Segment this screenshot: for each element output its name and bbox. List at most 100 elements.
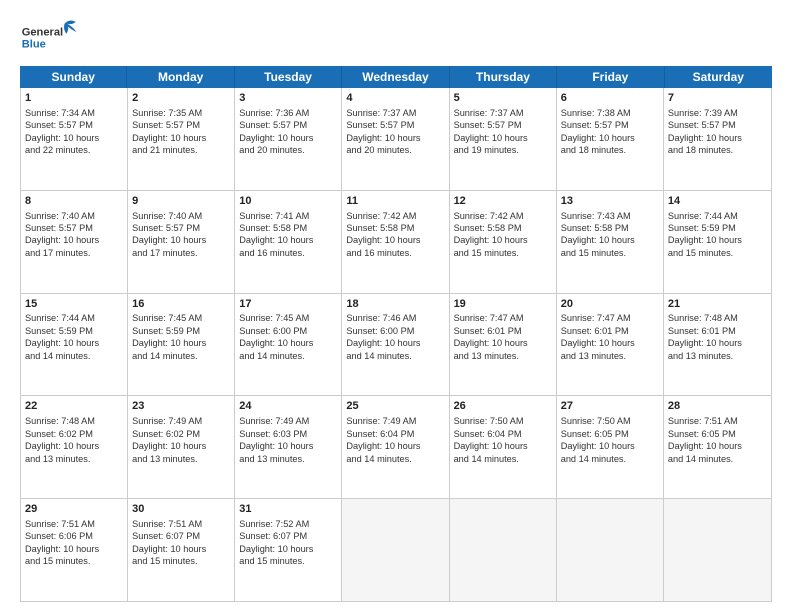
day-number: 1 bbox=[25, 91, 123, 106]
cal-cell: 21Sunrise: 7:48 AMSunset: 6:01 PMDayligh… bbox=[664, 294, 771, 396]
daylight-text: Daylight: 10 hoursand 15 minutes. bbox=[561, 235, 635, 257]
sunset-text: Sunset: 6:04 PM bbox=[346, 429, 414, 439]
day-number: 24 bbox=[239, 399, 337, 414]
cal-cell bbox=[342, 499, 449, 601]
cal-cell: 18Sunrise: 7:46 AMSunset: 6:00 PMDayligh… bbox=[342, 294, 449, 396]
sunrise-text: Sunrise: 7:48 AM bbox=[25, 416, 95, 426]
sunrise-text: Sunrise: 7:42 AM bbox=[454, 211, 524, 221]
sunset-text: Sunset: 5:58 PM bbox=[346, 223, 414, 233]
daylight-text: Daylight: 10 hoursand 17 minutes. bbox=[25, 235, 99, 257]
sunrise-text: Sunrise: 7:45 AM bbox=[239, 313, 309, 323]
sunset-text: Sunset: 5:58 PM bbox=[561, 223, 629, 233]
cal-cell: 9Sunrise: 7:40 AMSunset: 5:57 PMDaylight… bbox=[128, 191, 235, 293]
daylight-text: Daylight: 10 hoursand 14 minutes. bbox=[239, 338, 313, 360]
cal-cell: 25Sunrise: 7:49 AMSunset: 6:04 PMDayligh… bbox=[342, 396, 449, 498]
daylight-text: Daylight: 10 hoursand 13 minutes. bbox=[25, 441, 99, 463]
cal-cell: 8Sunrise: 7:40 AMSunset: 5:57 PMDaylight… bbox=[21, 191, 128, 293]
sunset-text: Sunset: 6:02 PM bbox=[132, 429, 200, 439]
sunrise-text: Sunrise: 7:51 AM bbox=[668, 416, 738, 426]
daylight-text: Daylight: 10 hoursand 17 minutes. bbox=[132, 235, 206, 257]
cal-cell: 2 Sunrise: 7:35 AM Sunset: 5:57 PM Daylight… bbox=[128, 88, 235, 190]
sunset-text: Sunset: 5:57 PM bbox=[25, 223, 93, 233]
sunset-text: Sunset: 6:07 PM bbox=[132, 531, 200, 541]
sunset-text: Sunset: 6:03 PM bbox=[239, 429, 307, 439]
page: General Blue SundayMondayTuesdayWednesda… bbox=[0, 0, 792, 612]
sunset-text: Sunset: 6:01 PM bbox=[454, 326, 522, 336]
calendar: SundayMondayTuesdayWednesdayThursdayFrid… bbox=[20, 66, 772, 602]
daylight-text: Daylight: 10 hoursand 15 minutes. bbox=[454, 235, 528, 257]
sunset-text: Sunset: 6:01 PM bbox=[561, 326, 629, 336]
sunset-text: Sunset: 5:57 PM bbox=[239, 120, 307, 130]
daylight-text: Daylight: 10 hoursand 14 minutes. bbox=[132, 338, 206, 360]
sunrise-text: Sunrise: 7:42 AM bbox=[346, 211, 416, 221]
sunset-text: Sunset: 5:57 PM bbox=[668, 120, 736, 130]
daylight-text: Daylight: 10 hoursand 20 minutes. bbox=[239, 133, 313, 155]
cal-cell: 12Sunrise: 7:42 AMSunset: 5:58 PMDayligh… bbox=[450, 191, 557, 293]
day-number: 21 bbox=[668, 297, 767, 312]
day-number: 10 bbox=[239, 194, 337, 209]
cal-cell: 26 Sunrise: 7:50 AM Sunset: 6:04 PM Dayligh… bbox=[450, 396, 557, 498]
sunset-text: Sunset: 5:57 PM bbox=[346, 120, 414, 130]
sunrise-text: Sunrise: 7:50 AM bbox=[561, 416, 631, 426]
day-of-week-saturday: Saturday bbox=[665, 66, 772, 88]
day-of-week-tuesday: Tuesday bbox=[235, 66, 342, 88]
day-number: 2 bbox=[132, 91, 230, 106]
day-number: 6 bbox=[561, 91, 659, 106]
cal-cell: 16Sunrise: 7:45 AMSunset: 5:59 PMDayligh… bbox=[128, 294, 235, 396]
sunrise-text: Sunrise: 7:44 AM bbox=[668, 211, 738, 221]
day-number: 29 bbox=[25, 502, 123, 517]
daylight-text: Daylight: 10 hoursand 15 minutes. bbox=[668, 235, 742, 257]
day-number: 8 bbox=[25, 194, 123, 209]
day-number: 31 bbox=[239, 502, 337, 517]
day-number: 5 bbox=[454, 91, 552, 106]
sunset-text: Sunset: 6:05 PM bbox=[668, 429, 736, 439]
cal-cell: 28Sunrise: 7:51 AMSunset: 6:05 PMDayligh… bbox=[664, 396, 771, 498]
cal-cell: 23Sunrise: 7:49 AMSunset: 6:02 PMDayligh… bbox=[128, 396, 235, 498]
calendar-body-wrapper: 1Sunrise: 7:34 AMSunset: 5:57 PMDaylight… bbox=[20, 88, 772, 602]
sunset-text: Sunset: 6:05 PM bbox=[561, 429, 629, 439]
day-number: 11 bbox=[346, 194, 444, 209]
daylight-text: Daylight: 10 hoursand 13 minutes. bbox=[239, 441, 313, 463]
cal-cell: 22Sunrise: 7:48 AMSunset: 6:02 PMDayligh… bbox=[21, 396, 128, 498]
cal-cell: 14Sunrise: 7:44 AMSunset: 5:59 PMDayligh… bbox=[664, 191, 771, 293]
sunset-text: Sunset: 6:00 PM bbox=[346, 326, 414, 336]
sunset-text: Sunset: 5:57 PM bbox=[132, 120, 200, 130]
day-number: 25 bbox=[346, 399, 444, 414]
day-number: 28 bbox=[668, 399, 767, 414]
daylight-text: Daylight: 10 hoursand 15 minutes. bbox=[25, 544, 99, 566]
calendar-row-3: 22Sunrise: 7:48 AMSunset: 6:02 PMDayligh… bbox=[21, 396, 771, 499]
day-number: 3 bbox=[239, 91, 337, 106]
day-number: 17 bbox=[239, 297, 337, 312]
sunset-text: Sunset: 5:57 PM bbox=[561, 120, 629, 130]
sunset-text: Sunset: 5:59 PM bbox=[668, 223, 736, 233]
cal-cell: 10Sunrise: 7:41 AMSunset: 5:58 PMDayligh… bbox=[235, 191, 342, 293]
daylight-text: Daylight: 10 hoursand 15 minutes. bbox=[239, 544, 313, 566]
cal-cell: 29Sunrise: 7:51 AMSunset: 6:06 PMDayligh… bbox=[21, 499, 128, 601]
svg-text:General: General bbox=[22, 27, 63, 39]
daylight-text: Daylight: 10 hoursand 22 minutes. bbox=[25, 133, 99, 155]
cal-cell bbox=[664, 499, 771, 601]
day-number: 18 bbox=[346, 297, 444, 312]
day-of-week-monday: Monday bbox=[127, 66, 234, 88]
sunset-text: Sunset: 5:57 PM bbox=[25, 120, 93, 130]
day-number: 26 bbox=[454, 399, 552, 414]
cal-cell: 15Sunrise: 7:44 AMSunset: 5:59 PMDayligh… bbox=[21, 294, 128, 396]
calendar-row-2: 15Sunrise: 7:44 AMSunset: 5:59 PMDayligh… bbox=[21, 294, 771, 397]
daylight-text: Daylight: 10 hoursand 14 minutes. bbox=[454, 441, 528, 463]
daylight-text: Daylight: 10 hoursand 13 minutes. bbox=[454, 338, 528, 360]
day-of-week-friday: Friday bbox=[557, 66, 664, 88]
cal-cell: 20Sunrise: 7:47 AMSunset: 6:01 PMDayligh… bbox=[557, 294, 664, 396]
sunset-text: Sunset: 6:04 PM bbox=[454, 429, 522, 439]
calendar-row-1: 8Sunrise: 7:40 AMSunset: 5:57 PMDaylight… bbox=[21, 191, 771, 294]
cal-cell: 11Sunrise: 7:42 AMSunset: 5:58 PMDayligh… bbox=[342, 191, 449, 293]
sunrise-text: Sunrise: 7:36 AM bbox=[239, 108, 309, 118]
daylight-text: Daylight: 10 hoursand 18 minutes. bbox=[561, 133, 635, 155]
sunrise-text: Sunrise: 7:50 AM bbox=[454, 416, 524, 426]
daylight-text: Daylight: 10 hoursand 14 minutes. bbox=[346, 338, 420, 360]
cal-cell: 19Sunrise: 7:47 AMSunset: 6:01 PMDayligh… bbox=[450, 294, 557, 396]
sunrise-text: Sunrise: 7:48 AM bbox=[668, 313, 738, 323]
daylight-text: Daylight: 10 hoursand 21 minutes. bbox=[132, 133, 206, 155]
sunset-text: Sunset: 6:01 PM bbox=[668, 326, 736, 336]
sunrise-text: Sunrise: 7:35 AM bbox=[132, 108, 202, 118]
cal-cell: 7Sunrise: 7:39 AMSunset: 5:57 PMDaylight… bbox=[664, 88, 771, 190]
